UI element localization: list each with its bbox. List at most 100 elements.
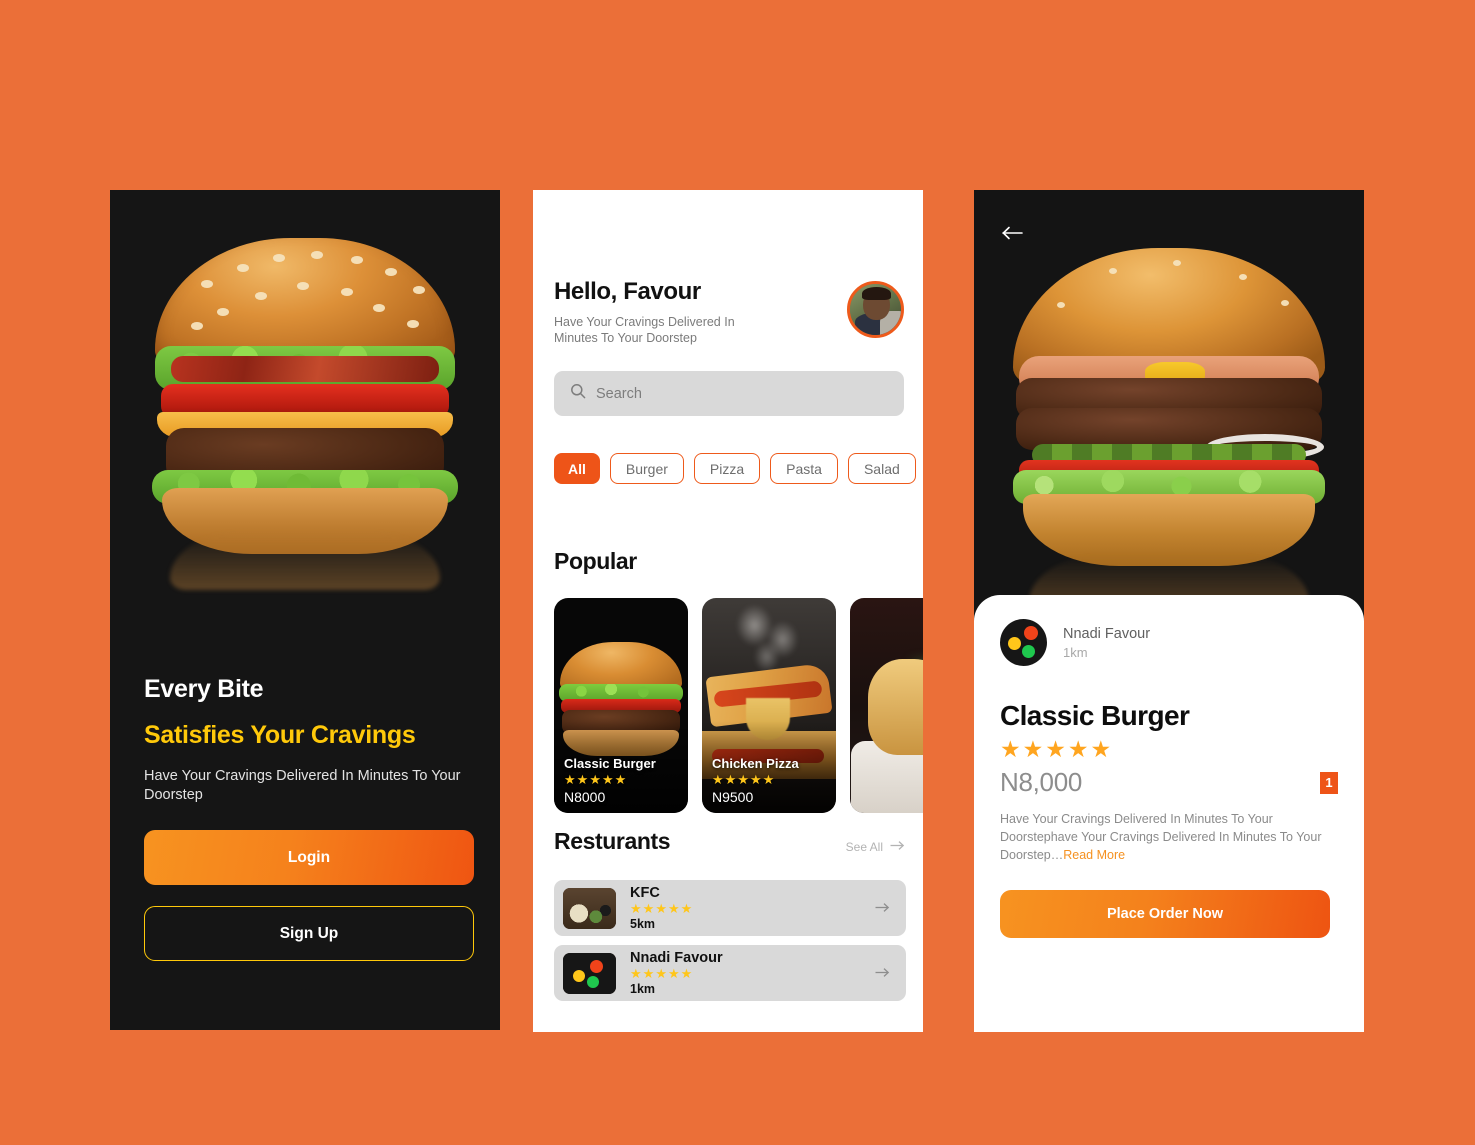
search-icon [570, 383, 586, 404]
popular-card-price: N8000 [564, 789, 606, 805]
detail-hero-image [974, 190, 1364, 616]
star-icon: ★ [589, 772, 601, 787]
restaurant-info: KFC ★ ★ ★ ★ ★ 5km [630, 885, 861, 931]
greeting-row: Hello, Favour Have Your Cravings Deliver… [554, 278, 904, 346]
star-icon: ★ [1045, 736, 1066, 762]
star-icon: ★ [680, 901, 693, 916]
quantity-badge[interactable]: 1 [1320, 771, 1338, 794]
arrow-left-icon[interactable] [1002, 223, 1024, 244]
restaurant-thumbnail [563, 887, 616, 929]
category-chip-pizza[interactable]: Pizza [693, 453, 761, 484]
detail-bottom-sheet: Nnadi Favour 1km Classic Burger ★ ★ ★ ★ … [974, 595, 1364, 1032]
popular-card-name: Classic Burger [564, 756, 656, 771]
onboarding-subtitle: Have Your Cravings Delivered In Minutes … [144, 768, 461, 803]
star-icon: ★ [1067, 736, 1089, 762]
search-input[interactable]: Search [596, 386, 642, 402]
vendor-info: Nnadi Favour 1km [1063, 626, 1150, 660]
popular-card-chicken-pizza[interactable]: Chicken Pizza ★ ★ ★ ★ ★ N9500 [702, 598, 836, 813]
price-row: N8,000 1 [1000, 767, 1338, 798]
vendor-logo [1000, 619, 1047, 666]
star-icon: ★ [1000, 736, 1021, 762]
see-all-button[interactable]: See All [846, 838, 905, 856]
star-icon: ★ [630, 966, 642, 981]
star-icon: ★ [1022, 736, 1044, 762]
star-icon: ★ [667, 901, 680, 916]
greeting-block: Hello, Favour Have Your Cravings Deliver… [554, 278, 754, 346]
page-title: Classic Burger [1000, 700, 1190, 731]
star-icon: ★ [737, 772, 749, 787]
burger-illustration [146, 238, 464, 590]
onboarding-hero-image [110, 190, 500, 590]
restaurant-row-kfc[interactable]: KFC ★ ★ ★ ★ ★ 5km [554, 880, 906, 936]
home-screen: Hello, Favour Have Your Cravings Deliver… [533, 190, 923, 1032]
logo-dot-green [1022, 645, 1035, 658]
place-order-button[interactable]: Place Order Now [1000, 890, 1330, 939]
restaurant-row-nnadi-favour[interactable]: Nnadi Favour ★ ★ ★ ★ ★ 1km [554, 945, 906, 1001]
restaurants-list: KFC ★ ★ ★ ★ ★ 5km Nnadi Favour ★ ★ ★ ★ ★… [554, 880, 906, 1001]
vendor-distance: 1km [1063, 644, 1088, 660]
popular-card-rating: ★ ★ ★ ★ ★ [712, 773, 799, 786]
popular-card-classic-burger[interactable]: Classic Burger ★ ★ ★ ★ ★ N8000 [554, 598, 688, 813]
restaurant-name: KFC [630, 885, 660, 901]
star-icon: ★ [1090, 736, 1112, 762]
popular-card-info: Classic Burger ★ ★ ★ ★ ★ N8000 [564, 756, 656, 805]
category-chip-burger[interactable]: Burger [609, 453, 684, 484]
vendor-logo-background [1000, 619, 1047, 666]
chevron-right-icon[interactable] [875, 900, 890, 917]
category-chip-all[interactable]: All [554, 453, 600, 484]
popular-section-title: Popular [554, 548, 637, 574]
star-icon: ★ [667, 966, 680, 981]
detail-price: N8,000 [1000, 767, 1083, 797]
onboarding-copy: Every Bite Satisfies Your Cravings Have … [144, 675, 474, 805]
greeting-title: Hello, Favour [554, 278, 701, 305]
star-icon: ★ [712, 772, 724, 787]
logo-dot-green [587, 975, 599, 988]
logo-dot-red [1024, 626, 1038, 640]
signup-button[interactable]: Sign Up [144, 906, 474, 961]
popular-card-pasta[interactable] [850, 598, 923, 813]
detail-description: Have Your Cravings Delivered In Minutes … [1000, 811, 1334, 864]
see-all-label: See All [845, 840, 883, 854]
star-icon: ★ [642, 901, 655, 916]
chevron-right-icon[interactable] [875, 965, 890, 982]
star-icon: ★ [601, 772, 614, 787]
onboarding-title-accent: Satisfies Your Cravings [144, 721, 416, 749]
restaurant-photo [563, 887, 616, 929]
pasta-noodles [868, 659, 923, 755]
popular-card-price: N9500 [712, 789, 754, 805]
restaurant-name: Nnadi Favour [630, 950, 723, 966]
popular-carousel[interactable]: Classic Burger ★ ★ ★ ★ ★ N8000 Chicken P… [554, 598, 923, 813]
burger-illustration-detail [1004, 248, 1334, 616]
restaurant-logo [563, 952, 616, 994]
login-button[interactable]: Login [144, 830, 474, 885]
vendor-row[interactable]: Nnadi Favour 1km [1000, 619, 1338, 666]
category-filter-list: All Burger Pizza Pasta Salad [554, 453, 916, 484]
star-icon: ★ [655, 966, 667, 981]
arrow-right-icon [890, 838, 905, 856]
detail-description-text: Have Your Cravings Delivered In Minutes … [1000, 812, 1322, 862]
category-chip-salad[interactable]: Salad [847, 453, 916, 484]
vendor-name: Nnadi Favour [1063, 625, 1151, 642]
category-chip-pasta[interactable]: Pasta [770, 453, 838, 484]
read-more-link[interactable]: Read More [1063, 848, 1125, 862]
star-icon: ★ [762, 772, 775, 787]
logo-dot-yellow [573, 969, 585, 982]
restaurant-info: Nnadi Favour ★ ★ ★ ★ ★ 1km [630, 950, 861, 996]
search-bar[interactable]: Search [554, 371, 904, 416]
avatar[interactable] [847, 281, 904, 338]
logo-dot-red [590, 959, 603, 973]
star-icon: ★ [576, 772, 589, 787]
star-icon: ★ [614, 772, 627, 787]
restaurant-distance: 5km [630, 917, 656, 931]
burger-reflection [170, 530, 440, 590]
popular-card-name: Chicken Pizza [712, 756, 799, 771]
detail-description-ellipsis: … [1050, 847, 1064, 862]
onboarding-title: Every Bite [144, 675, 264, 703]
detail-rating: ★ ★ ★ ★ ★ [1000, 738, 1338, 761]
popular-card-info: Chicken Pizza ★ ★ ★ ★ ★ N9500 [712, 756, 799, 805]
onboarding-screen: Every Bite Satisfies Your Cravings Have … [110, 190, 500, 1030]
detail-screen: Nnadi Favour 1km Classic Burger ★ ★ ★ ★ … [974, 190, 1364, 1032]
mini-bun-top [560, 642, 682, 690]
star-icon: ★ [749, 772, 762, 787]
star-icon: ★ [564, 772, 576, 787]
